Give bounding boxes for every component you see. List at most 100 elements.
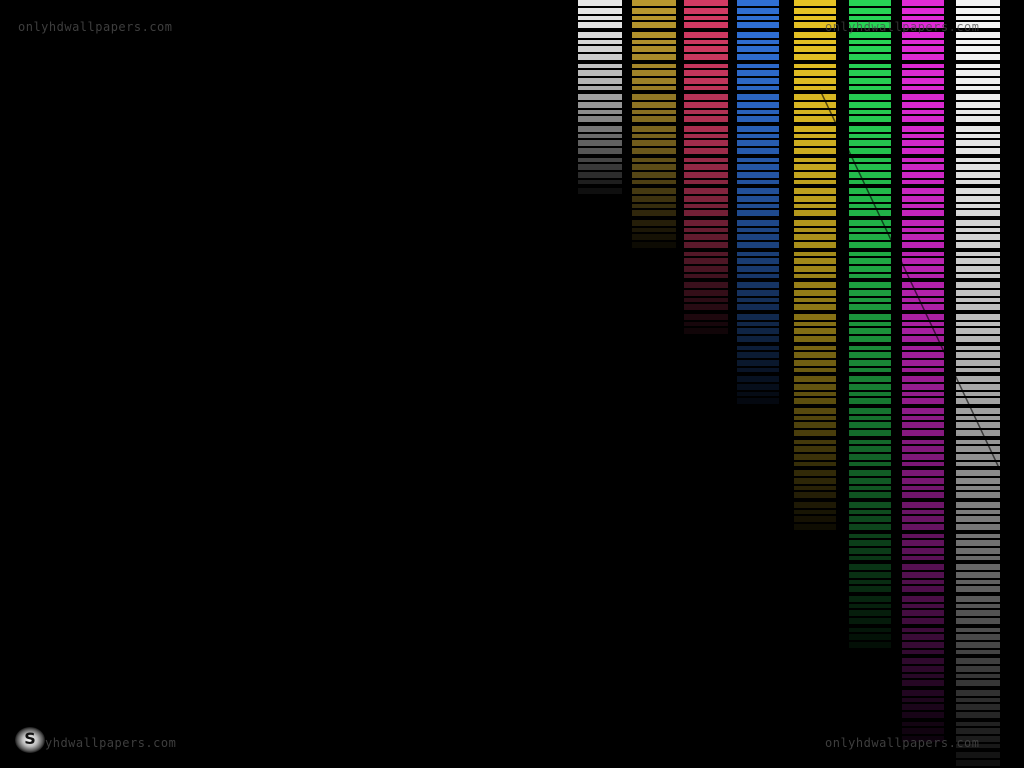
bar-segment — [849, 368, 891, 372]
bar-segment — [956, 564, 1000, 570]
bar-segment — [902, 210, 944, 216]
bar-segment — [794, 204, 836, 208]
bar-segment — [849, 94, 891, 100]
bar-segment — [956, 478, 1000, 484]
bar-segment — [849, 392, 891, 396]
bar-segment — [956, 314, 1000, 320]
bar-segment — [794, 516, 836, 522]
bar-segment — [902, 502, 944, 508]
bar-segment — [902, 258, 944, 264]
bar-segment — [849, 64, 891, 68]
bar-segment — [849, 572, 891, 578]
bar-segment — [578, 134, 622, 138]
bar-segment — [956, 180, 1000, 184]
bar-segment — [956, 572, 1000, 578]
bar-segment — [956, 658, 1000, 664]
bar-segment — [578, 116, 622, 122]
bar-segment — [737, 78, 779, 84]
bar-segment — [849, 416, 891, 420]
bar-segment — [849, 172, 891, 178]
bar-segment — [578, 110, 622, 114]
bar-segment — [849, 478, 891, 484]
bar-segment — [902, 54, 944, 60]
bar-segment — [902, 548, 944, 554]
bar-segment — [956, 446, 1000, 452]
bar-segment — [902, 158, 944, 162]
bar-segment — [902, 690, 944, 696]
bar-segment — [849, 564, 891, 570]
bar-segment — [956, 384, 1000, 390]
bar-segment — [956, 534, 1000, 538]
bar-segment — [849, 210, 891, 216]
logo-badge: S — [15, 727, 45, 753]
bar-segment — [956, 126, 1000, 132]
bar-segment — [794, 64, 836, 68]
bar-segment — [902, 650, 944, 654]
bar-segment — [902, 698, 944, 702]
bar-segment — [956, 634, 1000, 640]
bar-segment — [794, 446, 836, 452]
bar-segment — [737, 180, 779, 184]
bar-segment — [956, 164, 1000, 170]
bar-segment — [737, 110, 779, 114]
bar-segment — [902, 478, 944, 484]
bar-segment — [902, 298, 944, 302]
bar-segment — [956, 398, 1000, 404]
bar-segment — [578, 86, 622, 90]
bar-segment — [794, 298, 836, 302]
bar-segment — [849, 440, 891, 444]
bar-segment — [849, 430, 891, 436]
bar-segment — [956, 252, 1000, 256]
bar-segment — [849, 336, 891, 342]
bar-segment — [849, 502, 891, 508]
bar-segment — [902, 440, 944, 444]
bar-segment — [794, 228, 836, 232]
bar-segment — [956, 618, 1000, 624]
bar-segment — [956, 486, 1000, 490]
bar-segment — [849, 454, 891, 460]
bar-segment — [632, 188, 676, 194]
bar-segment — [632, 116, 676, 122]
bar-segment — [956, 596, 1000, 602]
bar-segment — [578, 78, 622, 84]
bar-segment — [956, 234, 1000, 240]
bar-segment — [632, 164, 676, 170]
bar-segment — [737, 398, 779, 404]
bar-segment — [684, 172, 728, 178]
bar-segment — [632, 8, 676, 14]
bar-segment — [902, 416, 944, 420]
bar-segment — [902, 40, 944, 44]
bar-segment — [902, 610, 944, 616]
bar-segment — [849, 134, 891, 138]
bar-segment — [737, 0, 779, 6]
bar-segment — [902, 534, 944, 538]
bar-segment — [737, 258, 779, 264]
bar-segment — [737, 352, 779, 358]
bar-segment — [578, 126, 622, 132]
bar-segment — [578, 54, 622, 60]
bar-segment — [794, 220, 836, 226]
bar-segment — [794, 502, 836, 508]
bar-segment — [684, 78, 728, 84]
bar-segment — [956, 40, 1000, 44]
bar-segment — [849, 322, 891, 326]
bar-segment — [902, 408, 944, 414]
bar-segment — [902, 204, 944, 208]
bar-segment — [684, 282, 728, 288]
bar-segment — [794, 242, 836, 248]
bar-segment — [794, 422, 836, 428]
bar-segment — [684, 148, 728, 154]
bar-segment — [794, 368, 836, 372]
bar-segment — [737, 126, 779, 132]
bar-segment — [578, 8, 622, 14]
bar-segment — [956, 416, 1000, 420]
bar-segment — [794, 384, 836, 390]
bar-segment — [902, 102, 944, 108]
bar-segment — [902, 492, 944, 498]
bar-segment — [902, 352, 944, 358]
bar-segment — [578, 148, 622, 154]
bar-segment — [794, 360, 836, 366]
bar-segment — [684, 266, 728, 272]
bar-segment — [849, 408, 891, 414]
bar-segment — [902, 368, 944, 372]
